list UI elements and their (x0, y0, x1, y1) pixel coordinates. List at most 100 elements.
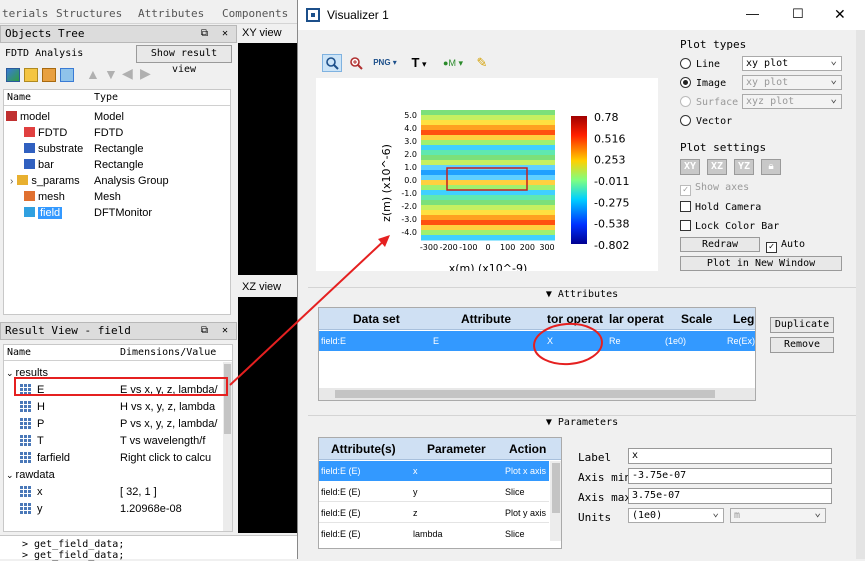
checkbox-icon[interactable] (680, 201, 691, 212)
menu-item[interactable]: Attributes (138, 7, 204, 20)
parameter-row[interactable]: field:E (E) y Slice (319, 482, 549, 502)
zoom-icon[interactable] (322, 54, 342, 72)
column-name[interactable]: Name (7, 92, 31, 103)
duplicate-button[interactable]: Duplicate (770, 317, 834, 333)
minimize-button[interactable]: — (746, 6, 759, 21)
column-header[interactable]: Leg (733, 312, 754, 326)
lock-view-icon[interactable]: 🔒︎ (761, 159, 781, 175)
move-left-icon[interactable]: ◀ (122, 65, 133, 82)
axis-max-input[interactable]: 3.75e-07 (628, 488, 832, 504)
star-icon[interactable] (60, 68, 74, 82)
result-row[interactable]: P (20, 416, 44, 432)
tree-row[interactable]: field (24, 205, 63, 221)
action-cell[interactable]: Plot x axis (505, 466, 546, 476)
parameter-row[interactable]: field:E (E) lambda Slice (319, 524, 549, 544)
result-row[interactable]: x (20, 484, 43, 500)
view-yz-button[interactable]: YZ (734, 159, 754, 175)
axis-min-input[interactable]: -3.75e-07 (628, 468, 832, 484)
close-button[interactable]: ✕ (834, 6, 846, 23)
png-export-icon[interactable]: PNG ▾ (370, 54, 400, 72)
view-xz-button[interactable]: XZ (707, 159, 727, 175)
radio-icon[interactable] (680, 77, 691, 88)
checkbox-icon[interactable] (680, 220, 691, 231)
cell: x (413, 466, 418, 476)
column-header[interactable]: Action (509, 442, 546, 456)
lock-color-bar-checkbox[interactable]: Lock Color Bar (680, 220, 779, 232)
console[interactable]: > get_field_data; > get_field_data; (0, 535, 297, 561)
collapse-chevron-icon[interactable]: ⌄ (6, 470, 14, 480)
v-scrollbar[interactable] (550, 461, 561, 541)
units-unit-select[interactable]: m (730, 506, 826, 523)
maximize-button[interactable]: ☐ (792, 6, 804, 22)
redraw-button[interactable]: Redraw (680, 237, 760, 252)
auto-checkbox[interactable]: ✓ Auto (766, 239, 805, 253)
result-row[interactable]: H (20, 399, 45, 415)
checkbox-icon[interactable]: ✓ (766, 242, 777, 253)
radio-icon[interactable] (680, 58, 691, 69)
parameters-section-bar[interactable]: ▼ Parameters (308, 415, 856, 429)
column-header[interactable]: lar operat (609, 312, 664, 326)
action-cell[interactable]: Plot y axis (505, 508, 546, 518)
remove-button[interactable]: Remove (770, 337, 834, 353)
action-cell[interactable]: Slice (505, 487, 525, 497)
label-input[interactable]: x (628, 448, 832, 464)
show-axes-checkbox[interactable]: ✓ Show axes (680, 182, 749, 196)
plot-type-image[interactable]: Image (680, 77, 726, 89)
move-up-icon[interactable]: ▲ (86, 66, 100, 82)
expand-chevron-icon[interactable]: › (10, 176, 13, 187)
collapse-chevron-icon[interactable]: ⌄ (6, 368, 14, 378)
scalar-operation-cell[interactable]: Re (609, 336, 621, 346)
surface-plot-select[interactable]: xyz plot (742, 92, 842, 109)
column-header[interactable]: Scale (681, 312, 712, 326)
column-header[interactable]: Parameter (427, 442, 486, 456)
radio-icon[interactable] (680, 115, 691, 126)
zoom-in-icon[interactable] (346, 54, 366, 72)
result-row[interactable]: farfield (20, 450, 70, 466)
tree-row[interactable]: FDTD (24, 125, 67, 141)
column-header[interactable]: Attribute (461, 312, 511, 326)
analysis-icon[interactable] (42, 68, 56, 82)
move-right-icon[interactable]: ▶ (140, 65, 151, 82)
column-type[interactable]: Type (94, 92, 118, 103)
group-icon[interactable] (24, 68, 38, 82)
column-dimensions[interactable]: Dimensions/Value (120, 347, 216, 358)
result-group[interactable]: ⌄ rawdata (6, 467, 55, 483)
column-header[interactable]: Attribute(s) (331, 442, 396, 456)
radio-icon[interactable] (680, 96, 691, 107)
view-xy-button[interactable]: XY (680, 159, 700, 175)
checkbox-icon[interactable]: ✓ (680, 185, 691, 196)
panel-controls[interactable]: ⧉ ✕ (201, 26, 232, 42)
parameter-row[interactable]: field:E (E) x Plot x axis (319, 461, 549, 481)
text-icon[interactable]: T ▾ (404, 54, 434, 72)
tree-row[interactable]: substrate (24, 141, 83, 157)
show-result-view-button[interactable]: Show result view (136, 45, 232, 75)
tree-row[interactable]: bar (24, 157, 54, 173)
plot-type-line[interactable]: Line (680, 58, 720, 70)
result-row[interactable]: y (20, 501, 43, 517)
units-select[interactable]: (1e0) (628, 506, 724, 523)
hold-camera-checkbox[interactable]: Hold Camera (680, 201, 761, 213)
line-plot-select[interactable]: xy plot (742, 54, 842, 71)
action-cell[interactable]: Slice (505, 529, 525, 539)
window-scrollbar[interactable] (856, 30, 865, 559)
mesh-icon (24, 191, 35, 201)
image-plot-select[interactable]: xy plot (742, 73, 842, 90)
tree-row[interactable]: mesh (24, 189, 65, 205)
plot-in-new-window-button[interactable]: Plot in New Window (680, 256, 842, 271)
tree-row[interactable]: model (6, 109, 50, 125)
marker-icon[interactable]: ●M ▾ (438, 54, 468, 72)
add-object-icon[interactable] (6, 68, 20, 82)
column-name[interactable]: Name (7, 347, 31, 358)
parameter-row[interactable]: field:E (E) z Plot y axis (319, 503, 549, 523)
result-row[interactable]: T (20, 433, 44, 449)
result-value: Right click to calcu (120, 452, 212, 464)
move-down-icon[interactable]: ▼ (104, 66, 118, 82)
menu-item[interactable]: Structures (56, 7, 122, 20)
tree-row[interactable]: › s_params (10, 173, 80, 189)
plot-type-vector[interactable]: Vector (680, 115, 732, 127)
pen-icon[interactable]: ✎ (472, 54, 492, 72)
plot-type-surface[interactable]: Surface (680, 96, 738, 108)
menu-item[interactable]: terials (2, 7, 48, 20)
menu-item[interactable]: Components (222, 7, 288, 20)
xtick-label: 300 (539, 243, 554, 252)
